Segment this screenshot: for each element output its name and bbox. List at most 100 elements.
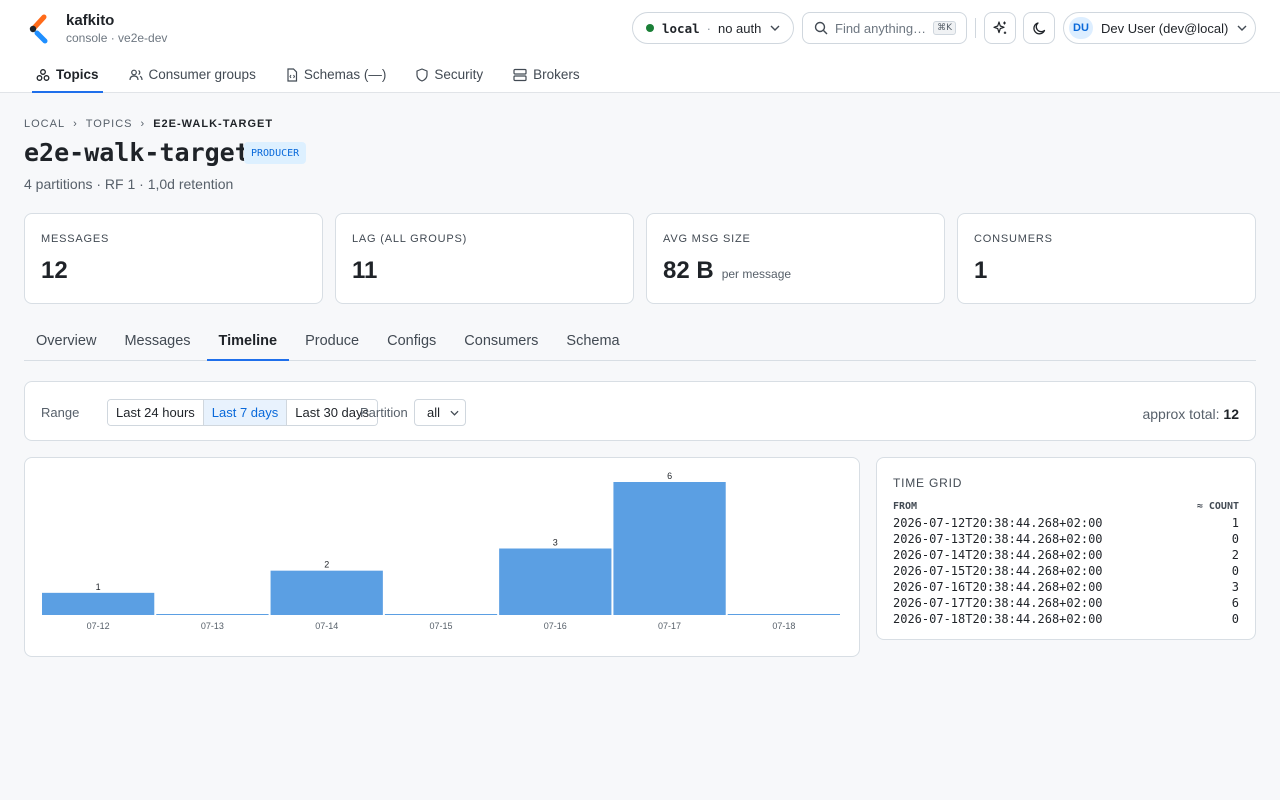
nav-label: Topics xyxy=(56,67,99,82)
row-count: 0 xyxy=(1231,612,1239,626)
kafkito-logo-icon xyxy=(29,14,48,44)
nav-item-topics[interactable]: Topics xyxy=(32,58,103,93)
env-auth: no auth xyxy=(717,20,762,36)
topics-icon xyxy=(36,68,50,81)
shield-icon xyxy=(416,67,428,82)
stat-card-messages: MESSAGES 12 xyxy=(24,213,323,304)
table-row: 2026-07-13T20:38:44.268+02:00 0 xyxy=(893,531,1239,547)
stat-card-avg-size: AVG MSG SIZE 82 B per message xyxy=(646,213,945,304)
brand[interactable]: kafkito console · ve2e-dev xyxy=(28,12,167,46)
nav-label: Schemas (—) xyxy=(303,67,387,82)
col-from: FROM xyxy=(893,501,918,512)
nav-label: Brokers xyxy=(533,67,580,82)
stat-label: MESSAGES xyxy=(41,233,110,245)
env-name: local xyxy=(662,20,700,36)
chart-bar[interactable] xyxy=(42,592,155,615)
server-icon xyxy=(513,68,527,81)
sparkles-icon xyxy=(993,21,1007,34)
table-row: 2026-07-14T20:38:44.268+02:00 2 xyxy=(893,547,1239,563)
tab-produce[interactable]: Produce xyxy=(293,323,371,361)
partition-value: all xyxy=(427,405,441,420)
approx-total: approx total: 12 xyxy=(1142,406,1239,422)
partition-label: Partition xyxy=(360,405,408,420)
breadcrumb-local[interactable]: LOCAL xyxy=(24,118,65,130)
bar-chart: 1 07-12 07-13 2 07-14 07-15 3 07-16 6 07-17 07-18 xyxy=(42,471,840,631)
user-menu-button[interactable]: DU Dev User (dev@local) xyxy=(1063,12,1256,44)
time-grid-rows: 2026-07-12T20:38:44.268+02:00 1 2026-07-13… xyxy=(893,515,1239,627)
row-count: 3 xyxy=(1231,580,1239,594)
tab-consumers[interactable]: Consumers xyxy=(452,323,550,361)
stat-label: CONSUMERS xyxy=(974,233,1053,245)
tab-schema[interactable]: Schema xyxy=(554,323,631,361)
breadcrumb-separator: › xyxy=(140,118,146,130)
chart-bar[interactable] xyxy=(270,570,383,615)
chart-bar[interactable] xyxy=(384,614,498,615)
time-grid-title: TIME GRID xyxy=(893,476,963,490)
stat-label: LAG (ALL GROUPS) xyxy=(352,233,468,245)
header-divider xyxy=(975,18,976,38)
nav-item-brokers[interactable]: Brokers xyxy=(509,58,584,93)
nav-item-schemas[interactable]: Schemas (—) xyxy=(282,58,391,93)
x-tick-label: 07-14 xyxy=(315,621,338,631)
topic-tabs: Overview Messages Timeline Produce Confi… xyxy=(24,323,1256,361)
breadcrumb-current: E2E-WALK-TARGET xyxy=(153,118,274,130)
environment-selector[interactable]: local · no auth xyxy=(632,12,794,44)
row-from: 2026-07-17T20:38:44.268+02:00 xyxy=(893,596,1103,610)
breadcrumb-separator: › xyxy=(73,118,78,130)
app-subtitle: console · ve2e-dev xyxy=(66,31,168,45)
table-row: 2026-07-12T20:38:44.268+02:00 1 xyxy=(893,515,1239,531)
ai-assistant-button[interactable] xyxy=(984,12,1016,44)
col-count: ≈ COUNT xyxy=(1196,501,1239,512)
row-count: 6 xyxy=(1231,596,1239,610)
topic-summary: 4 partitions · RF 1 · 1,0d retention xyxy=(24,176,234,192)
row-count: 0 xyxy=(1231,532,1239,546)
chart-bar[interactable] xyxy=(499,548,612,616)
chart-bar[interactable] xyxy=(156,614,269,615)
x-tick-label: 07-17 xyxy=(658,621,681,631)
chart-bar[interactable] xyxy=(727,614,840,615)
nav-item-consumer-groups[interactable]: Consumer groups xyxy=(125,58,260,93)
table-row: 2026-07-18T20:38:44.268+02:00 0 xyxy=(893,611,1239,627)
moon-icon xyxy=(1032,21,1045,34)
partition-select[interactable]: all xyxy=(414,399,466,426)
bar-value-label: 6 xyxy=(667,471,672,481)
stat-value: 1 xyxy=(974,257,988,284)
status-dot-icon xyxy=(646,24,654,32)
row-count: 0 xyxy=(1231,564,1239,578)
bar-value-label: 2 xyxy=(324,560,329,570)
range-7d-button[interactable]: Last 7 days xyxy=(203,400,288,425)
stat-unit: per message xyxy=(721,267,792,281)
row-count: 2 xyxy=(1231,548,1239,562)
page-title: e2e-walk-target xyxy=(24,138,250,167)
tab-messages[interactable]: Messages xyxy=(112,323,202,361)
stat-value: 11 xyxy=(352,257,378,284)
x-tick-label: 07-12 xyxy=(87,621,110,631)
row-count: 1 xyxy=(1231,516,1239,530)
bar-value-label: 1 xyxy=(96,582,101,592)
row-from: 2026-07-18T20:38:44.268+02:00 xyxy=(893,612,1103,626)
table-row: 2026-07-15T20:38:44.268+02:00 0 xyxy=(893,563,1239,579)
nav-label: Security xyxy=(434,67,484,82)
range-24h-button[interactable]: Last 24 hours xyxy=(108,400,204,425)
stat-value: 12 xyxy=(41,257,68,284)
search-placeholder: Find anything… xyxy=(835,20,927,36)
timeline-chart: 1 07-12 07-13 2 07-14 07-15 3 07-16 6 07-17 07-18 xyxy=(24,457,860,657)
time-grid-header: FROM ≈ COUNT xyxy=(893,499,1239,515)
nav-item-security[interactable]: Security xyxy=(412,58,487,93)
table-row: 2026-07-16T20:38:44.268+02:00 3 xyxy=(893,579,1239,595)
tab-configs[interactable]: Configs xyxy=(375,323,448,361)
tab-timeline[interactable]: Timeline xyxy=(206,323,290,361)
theme-toggle-button[interactable] xyxy=(1023,12,1055,44)
x-tick-label: 07-13 xyxy=(201,621,224,631)
row-from: 2026-07-13T20:38:44.268+02:00 xyxy=(893,532,1103,546)
x-tick-label: 07-18 xyxy=(772,621,795,631)
row-from: 2026-07-16T20:38:44.268+02:00 xyxy=(893,580,1103,594)
tab-overview[interactable]: Overview xyxy=(24,323,108,361)
global-search[interactable]: Find anything… ⌘K xyxy=(802,12,967,44)
chart-bar[interactable] xyxy=(613,482,726,615)
env-separator: · xyxy=(706,20,711,36)
main-nav: Topics Consumer groups Schemas (—) Secur… xyxy=(32,58,606,93)
time-grid-panel: TIME GRID FROM ≈ COUNT 2026-07-12T20:38:… xyxy=(876,457,1256,640)
timeline-filter-bar: Range Last 24 hours Last 7 days Last 30 … xyxy=(24,381,1256,441)
breadcrumb-topics[interactable]: TOPICS xyxy=(86,118,133,130)
